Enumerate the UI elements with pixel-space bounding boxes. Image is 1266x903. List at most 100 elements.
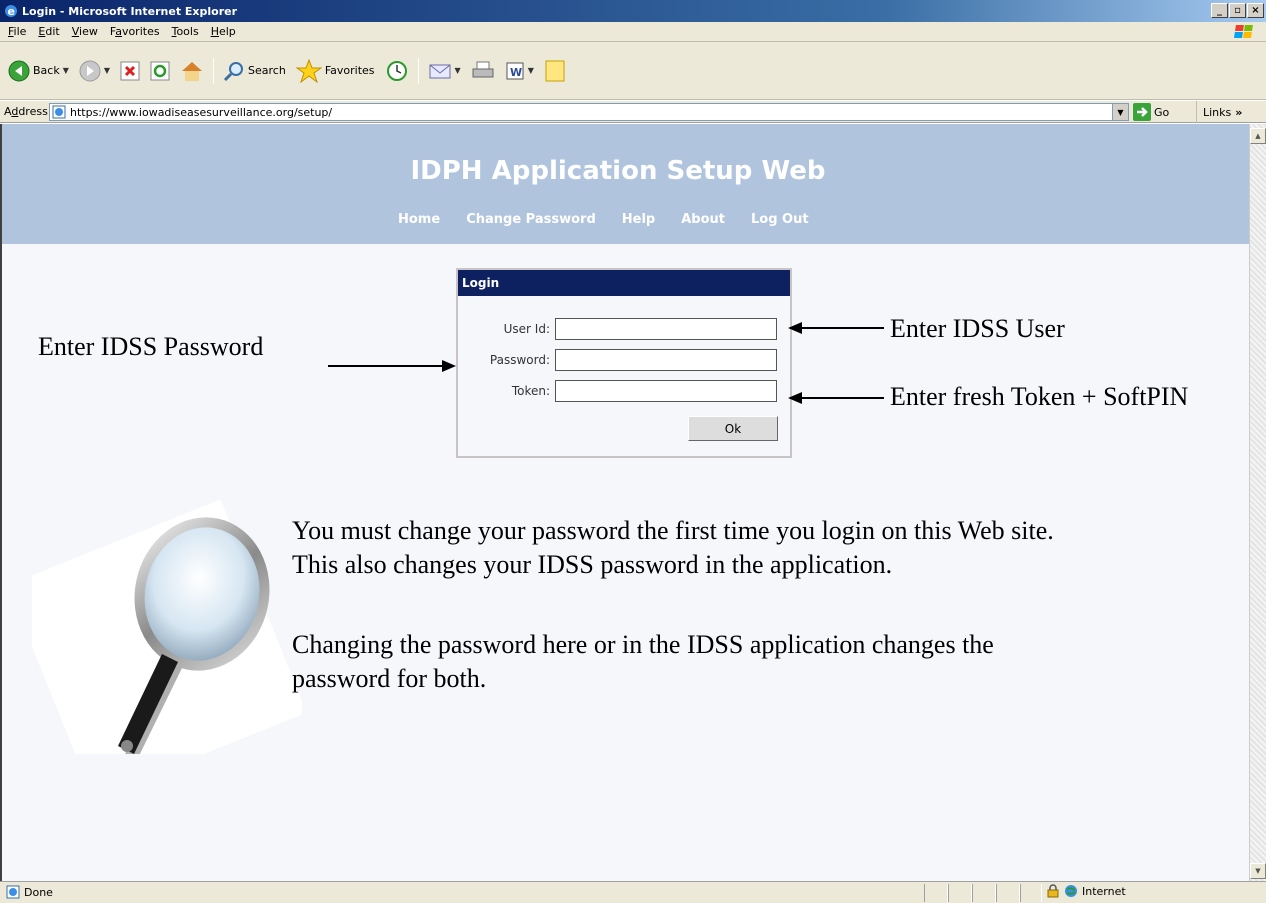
print-icon (472, 61, 494, 77)
nav-change-password[interactable]: Change Password (466, 212, 596, 227)
search-button[interactable]: Search (219, 56, 290, 86)
forward-button[interactable]: ▼ (75, 56, 114, 86)
info-paragraph-1: You must change your password the first … (292, 516, 1054, 579)
site-title: IDPH Application Setup Web (410, 156, 826, 186)
toolbar-separator (417, 57, 419, 84)
info-paragraph-2: Changing the password here or in the IDS… (292, 630, 994, 693)
stop-icon (120, 61, 140, 80)
print-button[interactable] (467, 56, 499, 86)
user-id-row: User Id: (458, 318, 790, 340)
links-button[interactable]: Links » (1196, 101, 1242, 123)
nav-log-out[interactable]: Log Out (751, 212, 809, 227)
note-icon (545, 60, 565, 81)
ie-page-icon (6, 885, 20, 899)
login-header: Login (458, 270, 790, 296)
edit-word-button[interactable]: W ▼ (501, 56, 538, 86)
login-panel: Login User Id: Password: Token: Ok (456, 268, 792, 458)
close-button[interactable]: × (1247, 3, 1264, 18)
history-button[interactable] (381, 56, 413, 86)
arrow-left-icon (788, 392, 884, 404)
site-nav: Home Change Password Help About Log Out (398, 212, 809, 227)
menu-favorites[interactable]: Favorites (104, 25, 166, 38)
arrow-right-icon (328, 360, 456, 372)
password-input[interactable] (555, 349, 777, 371)
back-arrow-icon (8, 60, 30, 81)
status-pane (924, 884, 948, 902)
nav-home[interactable]: Home (398, 212, 440, 227)
menu-edit[interactable]: Edit (32, 25, 65, 38)
nav-help[interactable]: Help (622, 212, 655, 227)
ok-button[interactable]: Ok (688, 416, 778, 441)
address-dropdown-icon[interactable]: ▼ (1112, 104, 1128, 120)
menu-tools[interactable]: Tools (166, 25, 205, 38)
messenger-button[interactable] (540, 56, 570, 86)
token-input[interactable] (555, 380, 777, 402)
scroll-down-icon[interactable]: ▼ (1250, 863, 1266, 879)
window-title: Login - Microsoft Internet Explorer (22, 4, 238, 18)
go-button[interactable]: Go (1133, 103, 1169, 121)
scroll-up-icon[interactable]: ▲ (1250, 128, 1266, 144)
go-arrow-icon (1133, 103, 1151, 121)
user-id-label: User Id: (503, 322, 550, 336)
minimize-button[interactable]: _ (1211, 3, 1228, 18)
token-label: Token: (511, 384, 550, 398)
word-icon: W (506, 62, 524, 79)
address-bar: Address https://www.iowadiseasesurveilla… (0, 101, 1266, 123)
status-zone: Internet (1046, 884, 1126, 898)
address-label: Address (4, 105, 48, 118)
edit-dropdown-icon[interactable]: ▼ (528, 66, 534, 75)
back-button[interactable]: Back ▼ (4, 56, 73, 86)
stop-button[interactable] (116, 56, 144, 86)
address-input[interactable]: https://www.iowadiseasesurveillance.org/… (49, 103, 1129, 121)
status-bar: Done Internet (0, 881, 1266, 903)
mail-dropdown-icon[interactable]: ▼ (455, 66, 461, 75)
vertical-scrollbar[interactable]: ▲ ▼ (1249, 124, 1266, 881)
page-viewport: IDPH Application Setup Web Home Change P… (0, 124, 1249, 881)
password-row: Password: (458, 349, 790, 371)
refresh-icon (150, 61, 170, 80)
menu-bar: File Edit View Favorites Tools Help (0, 22, 1266, 42)
standard-toolbar: Back ▼ ▼ Search Favorites ▼ W ▼ (0, 42, 1266, 100)
back-dropdown-icon[interactable]: ▼ (63, 66, 69, 75)
magnifying-glass-icon (32, 499, 302, 754)
maximize-button[interactable]: ▫ (1229, 3, 1246, 18)
status-done: Done (6, 885, 53, 899)
chevron-right-icon: » (1235, 105, 1243, 119)
home-icon (182, 61, 203, 81)
site-header: IDPH Application Setup Web Home Change P… (2, 124, 1249, 244)
favorites-button[interactable]: Favorites (292, 56, 379, 86)
window-title-bar: e Login - Microsoft Internet Explorer _ … (0, 0, 1266, 22)
password-annotation: Enter IDSS Password (38, 332, 264, 361)
lock-icon (1047, 884, 1059, 898)
token-annotation: Enter fresh Token + SoftPIN (890, 382, 1189, 411)
mail-button[interactable]: ▼ (424, 56, 465, 86)
svg-text:e: e (8, 5, 15, 18)
menu-view[interactable]: View (66, 25, 104, 38)
nav-about[interactable]: About (681, 212, 725, 227)
user-annotation: Enter IDSS User (890, 314, 1065, 343)
home-button[interactable] (176, 56, 208, 86)
status-pane (948, 884, 972, 902)
search-icon (223, 61, 244, 81)
menu-file[interactable]: File (2, 25, 32, 38)
address-url: https://www.iowadiseasesurveillance.org/… (70, 105, 333, 119)
user-id-input[interactable] (555, 318, 777, 340)
ie-icon: e (5, 5, 17, 18)
favorites-star-icon (295, 58, 322, 83)
history-icon (386, 60, 407, 81)
windows-flag-icon (1234, 25, 1253, 38)
arrow-left-icon (788, 322, 884, 334)
status-pane (972, 884, 996, 902)
mail-icon (429, 64, 451, 78)
window-controls: _ ▫ × (1211, 3, 1264, 18)
token-row: Token: (458, 380, 790, 402)
toolbar-separator (213, 57, 215, 84)
globe-icon (1065, 885, 1077, 897)
status-pane (1020, 884, 1042, 902)
forward-dropdown-icon[interactable]: ▼ (104, 66, 110, 75)
refresh-button[interactable] (146, 56, 174, 86)
password-label: Password: (489, 353, 550, 367)
status-pane (996, 884, 1020, 902)
page-icon (52, 105, 66, 119)
menu-help[interactable]: Help (205, 25, 242, 38)
